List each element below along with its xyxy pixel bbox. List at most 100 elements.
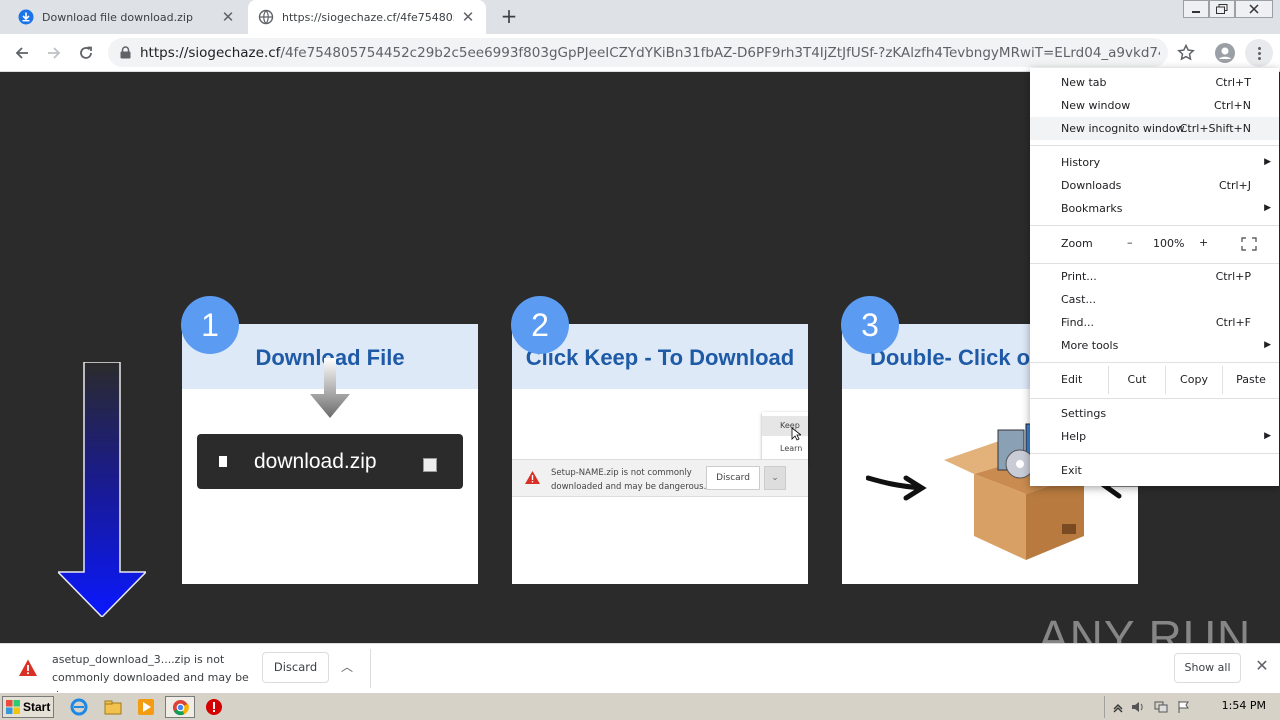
sample-warning-text: Setup-NAME.zip is not commonly downloade…: [551, 468, 707, 492]
menu-item-new-incognito-window[interactable]: New incognito window Ctrl+Shift+N: [1030, 117, 1279, 140]
menu-label: New incognito window: [1061, 122, 1185, 135]
start-button[interactable]: Start: [2, 696, 54, 718]
blue-down-arrow-icon: [58, 362, 146, 617]
zoom-label: Zoom: [1061, 237, 1093, 250]
menu-item-find[interactable]: Find... Ctrl+F: [1030, 311, 1279, 334]
menu-label: Exit: [1061, 464, 1082, 477]
menu-label: Settings: [1061, 407, 1107, 420]
url-path: /4fe754805754452c29b2c5ee6993f803gGpPJee…: [280, 44, 1160, 61]
address-bar[interactable]: https://siogechaze.cf/4fe754805754452c29…: [108, 38, 1168, 67]
step-card-download: Download File download.zip: [182, 324, 478, 584]
file-name: download.zip: [254, 449, 377, 473]
menu-label: Downloads: [1061, 179, 1122, 192]
tab-close-icon[interactable]: ✕: [220, 9, 236, 25]
menu-item-new-tab[interactable]: New tab Ctrl+T: [1030, 71, 1279, 94]
chrome-menu-button[interactable]: [1245, 39, 1273, 67]
menu-item-history[interactable]: History ▶: [1030, 151, 1279, 174]
menu-label: New window: [1061, 99, 1131, 112]
menu-divider: [1030, 398, 1279, 399]
keep-option: Keep: [762, 416, 808, 436]
step-card-keep: Click Keep - To Download Keep Learn m Se…: [512, 324, 808, 584]
minimize-button[interactable]: [1183, 0, 1209, 18]
bookmark-star-icon[interactable]: [1176, 43, 1196, 63]
submenu-arrow-icon: ▶: [1264, 340, 1271, 350]
menu-shortcut: Ctrl+P: [1215, 270, 1251, 283]
keep-menu-illustration: Keep Learn m: [762, 412, 808, 473]
profile-avatar-icon[interactable]: [1215, 43, 1235, 63]
file-explorer-icon[interactable]: [104, 698, 122, 716]
download-zip-button[interactable]: download.zip: [197, 434, 463, 489]
stop-sign-icon[interactable]: [205, 698, 223, 716]
menu-divider: [1030, 145, 1279, 146]
arrow-left-icon: [15, 47, 28, 59]
network-icon[interactable]: [1154, 700, 1168, 714]
menu-item-print[interactable]: Print... Ctrl+P: [1030, 265, 1279, 288]
menu-item-downloads[interactable]: Downloads Ctrl+J: [1030, 174, 1279, 197]
menu-item-cast[interactable]: Cast...: [1030, 288, 1279, 311]
menu-shortcut: Ctrl+N: [1213, 99, 1251, 112]
reload-button[interactable]: [74, 41, 98, 65]
step-number-badge: 1: [181, 296, 239, 354]
discard-button[interactable]: Discard: [262, 652, 329, 683]
warning-icon: [525, 471, 540, 484]
tray-expand-icon[interactable]: [1111, 700, 1125, 714]
back-button[interactable]: [10, 41, 34, 65]
reload-icon: [80, 46, 92, 59]
tab-download-file[interactable]: Download file download.zip ✕: [8, 0, 246, 34]
paste-button[interactable]: Paste: [1222, 366, 1279, 394]
menu-item-more-tools[interactable]: More tools ▶: [1030, 334, 1279, 357]
menu-divider: [1030, 263, 1279, 264]
file-icon: [219, 456, 227, 467]
media-player-icon[interactable]: [137, 698, 155, 716]
volume-icon[interactable]: [1131, 700, 1145, 714]
restore-button[interactable]: [1209, 0, 1235, 18]
edit-label: Edit: [1061, 373, 1083, 386]
download-shelf: asetup_download_3....zip is not commonly…: [0, 643, 1280, 702]
tab-title: https://siogechaze.cf/4fe75480575: [282, 10, 454, 24]
copy-button[interactable]: Copy: [1165, 366, 1222, 394]
taskbar-clock: 1:54 PM: [1221, 699, 1266, 712]
step-number-badge: 2: [511, 296, 569, 354]
cut-button[interactable]: Cut: [1108, 366, 1165, 394]
url-host: https://siogechaze.cf: [140, 44, 281, 61]
menu-label: Bookmarks: [1061, 202, 1123, 215]
action-center-flag-icon[interactable]: [1177, 700, 1191, 714]
menu-divider: [1030, 453, 1279, 454]
menu-label: Cast...: [1061, 293, 1096, 306]
window-close-button[interactable]: [1235, 0, 1273, 18]
tab-siogechaze[interactable]: https://siogechaze.cf/4fe75480575 ✕: [248, 0, 486, 34]
menu-item-bookmarks[interactable]: Bookmarks ▶: [1030, 197, 1279, 220]
learn-more-option: Learn m: [780, 444, 803, 473]
internet-explorer-icon[interactable]: [70, 698, 88, 716]
menu-item-settings[interactable]: Settings: [1030, 402, 1279, 425]
tab-title: Download file download.zip: [42, 10, 193, 24]
chrome-icon: [172, 699, 189, 716]
zoom-in-button[interactable]: +: [1199, 236, 1208, 249]
zoom-out-button[interactable]: –: [1127, 236, 1133, 249]
menu-shortcut: Ctrl+J: [1218, 179, 1251, 192]
show-all-button[interactable]: Show all: [1174, 653, 1241, 683]
start-label: Start: [23, 700, 51, 714]
menu-item-help[interactable]: Help ▶: [1030, 425, 1279, 448]
fullscreen-icon[interactable]: [1241, 237, 1257, 251]
chevron-down-icon: ⌄: [764, 466, 786, 490]
tab-strip: Download file download.zip ✕ https://sio…: [0, 0, 1280, 34]
submenu-arrow-icon: ▶: [1264, 203, 1271, 213]
system-tray: 1:54 PM: [1104, 696, 1276, 718]
chrome-taskbar-button[interactable]: [165, 696, 195, 718]
windows-logo-icon: [6, 700, 20, 714]
tab-close-icon[interactable]: ✕: [460, 9, 476, 25]
menu-item-exit[interactable]: Exit: [1030, 459, 1279, 482]
close-shelf-icon[interactable]: ✕: [1252, 656, 1272, 676]
forward-button[interactable]: [42, 41, 66, 65]
download-warning-illustration: Setup-NAME.zip is not commonly downloade…: [512, 459, 808, 497]
menu-item-new-window[interactable]: New window Ctrl+N: [1030, 94, 1279, 117]
lock-icon[interactable]: [120, 46, 134, 59]
menu-divider: [1030, 362, 1279, 363]
menu-divider: [1030, 225, 1279, 226]
zoom-value: 100%: [1153, 237, 1185, 250]
edit-row: Edit Cut Copy Paste: [1030, 366, 1279, 394]
chevron-up-icon[interactable]: ︿: [336, 656, 358, 678]
new-tab-button[interactable]: +: [499, 6, 519, 27]
submenu-arrow-icon: ▶: [1264, 157, 1271, 167]
